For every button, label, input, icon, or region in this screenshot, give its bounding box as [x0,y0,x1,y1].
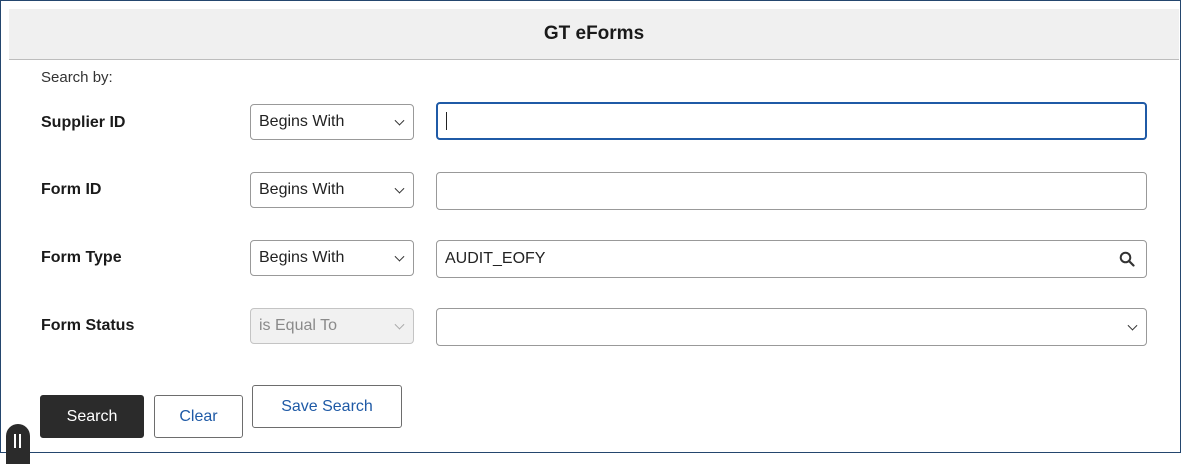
page-header: GT eForms [9,9,1179,60]
form-status-operator-select: is Equal To [250,308,414,344]
supplier-id-operator-value: Begins With [259,113,345,130]
chevron-down-icon [394,251,405,262]
form-type-operator-select[interactable]: Begins With [250,240,414,276]
clear-button[interactable]: Clear [154,395,243,438]
form-id-label: Form ID [41,181,102,198]
form-id-operator-select[interactable]: Begins With [250,172,414,208]
form-id-operator-value: Begins With [259,181,345,198]
chevron-down-icon [1127,320,1138,331]
form-status-select[interactable] [436,308,1147,346]
form-status-label: Form Status [41,317,135,334]
form-type-input[interactable]: AUDIT_EOFY [436,240,1147,278]
form-status-operator-value: is Equal To [259,317,337,334]
chevron-down-icon [394,115,405,126]
supplier-id-label: Supplier ID [41,114,126,131]
supplier-id-input[interactable] [436,102,1147,140]
side-panel-handle[interactable] [6,424,30,464]
chevron-down-icon [394,319,405,330]
form-type-operator-value: Begins With [259,249,345,266]
search-button[interactable]: Search [40,395,144,438]
save-search-button[interactable]: Save Search [252,385,402,428]
search-icon[interactable] [1119,251,1135,267]
form-id-input[interactable] [436,172,1147,210]
search-page-frame: GT eForms Search by: Supplier ID Begins … [0,0,1181,453]
search-by-label: Search by: [41,69,113,86]
pause-icon [14,434,21,448]
chevron-down-icon [394,183,405,194]
form-type-input-value: AUDIT_EOFY [445,250,546,267]
form-type-label: Form Type [41,249,122,266]
supplier-id-operator-select[interactable]: Begins With [250,104,414,140]
text-caret [446,112,447,130]
page-title: GT eForms [543,23,645,44]
